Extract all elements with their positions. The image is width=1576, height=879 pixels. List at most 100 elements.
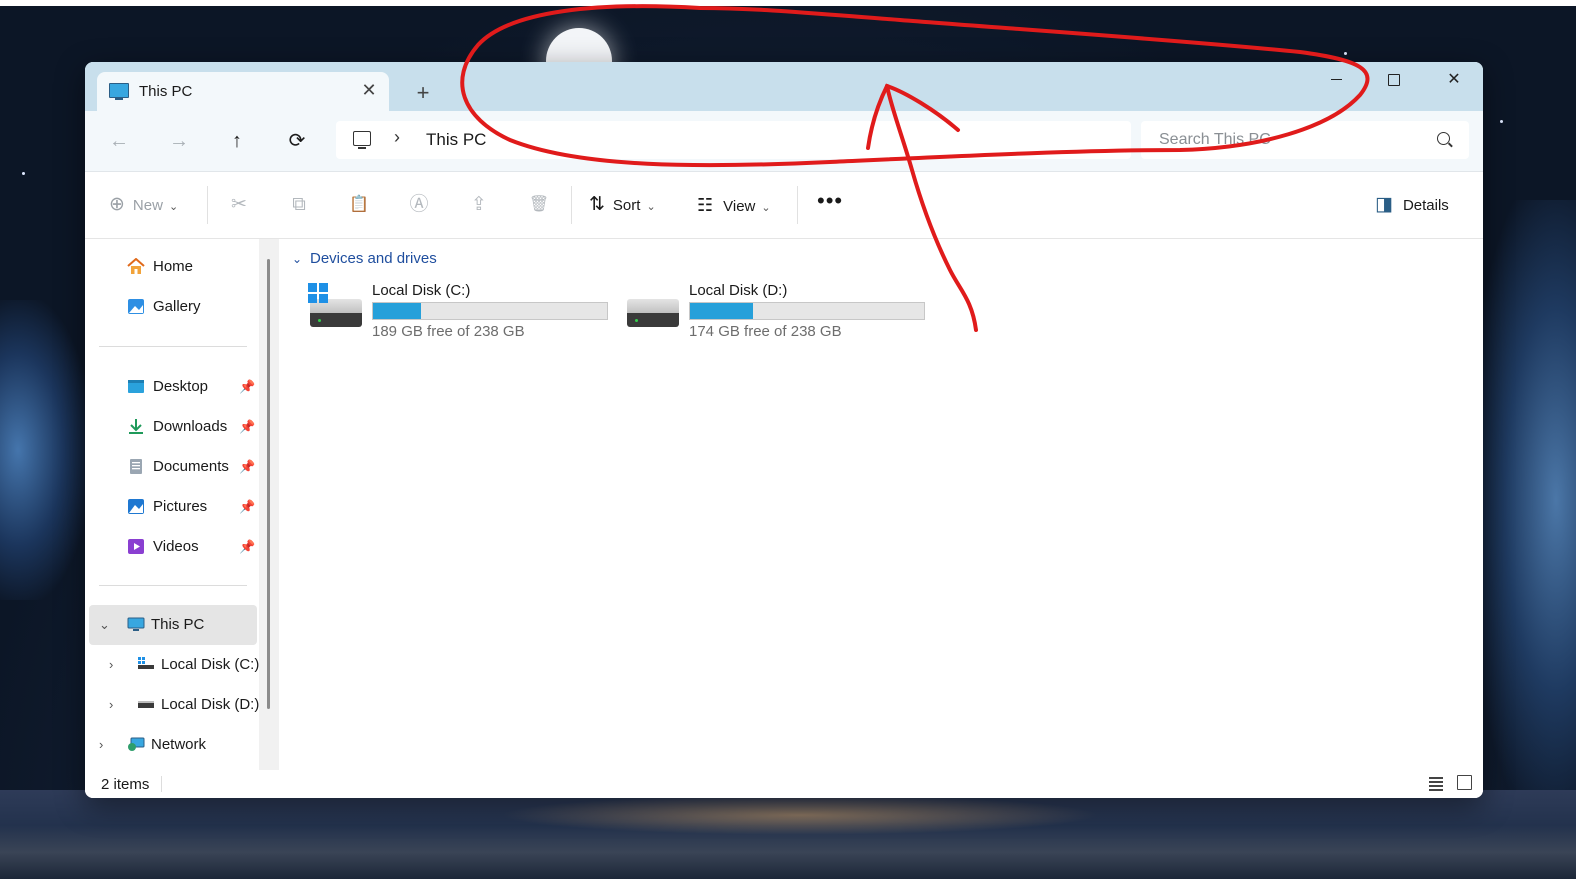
chevron-down-icon: ⌄ [646,201,656,213]
search-box[interactable]: Search This PC [1141,121,1469,159]
details-button[interactable]: ◨ Details [1375,192,1449,218]
sidebar-item-label: Desktop [153,378,209,395]
drive-usage-bar [689,302,925,320]
chevron-right-icon[interactable]: › [394,127,400,148]
sidebar-item-label: Downloads [153,418,228,435]
sidebar-item-this-pc[interactable]: ⌄ This PC [99,605,249,645]
chevron-right-icon[interactable]: › [109,645,113,685]
command-bar: ⊕ New ⌄ ✂ ⧉ 📋 Ⓐ ⇪ 🗑 ⇅ Sort ⌄ ☷ View ⌄ ••• ◨ Det… [85,172,1483,239]
wallpaper-foliage [1476,200,1576,800]
sidebar-item-documents[interactable]: Documents 📌 [127,447,257,487]
scrollbar-thumb[interactable] [267,259,270,709]
file-explorer-window: This PC ✕ + ✕ ← → ↑ ⟳ › This PC Search T… [85,62,1483,798]
toolbar-divider [571,186,572,224]
downloads-folder-icon [129,419,143,434]
details-view-icon[interactable] [1429,776,1443,791]
share-icon[interactable]: ⇪ [466,192,492,218]
drive-led [635,319,638,322]
more-options-icon[interactable]: ••• [817,188,843,214]
this-pc-icon [109,83,129,100]
sidebar-item-label: Pictures [153,498,208,515]
sidebar-item-label: Home [153,258,194,275]
new-button[interactable]: ⊕ New ⌄ [109,192,178,218]
chevron-down-icon[interactable]: ⌄ [292,252,302,266]
sidebar-item-label: This PC [151,616,205,633]
item-count: 2 items [101,776,150,793]
drive-d-icon [138,701,154,708]
delete-icon[interactable]: 🗑 [526,192,552,218]
sidebar-item-label: Documents [153,458,229,475]
maximize-button[interactable] [1365,62,1423,98]
tab-close-button[interactable]: ✕ [357,78,381,102]
computer-icon [353,131,371,149]
this-pc-icon [127,617,145,631]
sidebar-item-local-disk-d[interactable]: › Local Disk (D:) [109,685,259,725]
copy-icon[interactable]: ⧉ [286,192,312,218]
close-button[interactable]: ✕ [1425,62,1483,98]
chevron-down-icon[interactable]: ⌄ [99,605,110,645]
navigation-bar: ← → ↑ ⟳ › This PC Search This PC [85,111,1483,172]
view-icon: ☷ [697,195,714,215]
view-label: View [723,198,756,215]
content-pane: ⌄ Devices and drives Local Disk (C:) 189… [280,239,1483,770]
sidebar-item-desktop[interactable]: Desktop 📌 [127,367,257,407]
large-icons-view-icon[interactable] [1457,775,1472,790]
wallpaper-star [1500,120,1503,123]
rename-icon[interactable]: Ⓐ [406,192,432,218]
details-label: Details [1402,197,1449,214]
new-tab-button[interactable]: + [409,80,437,108]
sidebar-item-network[interactable]: › Network [99,725,249,765]
chevron-down-icon: ⌄ [168,201,179,213]
sidebar-item-local-disk-c[interactable]: › Local Disk (C:) [109,645,259,685]
chevron-down-icon: ⌄ [761,202,771,214]
drive-usage-fill [373,303,422,319]
search-icon [1437,132,1450,145]
pin-icon[interactable]: 📌 [239,527,255,567]
sidebar-item-videos[interactable]: Videos 📌 [127,527,257,567]
title-bar[interactable]: This PC ✕ + ✕ [85,62,1483,111]
tab-title: This PC [139,83,193,100]
hard-drive-icon [627,299,679,327]
pin-icon[interactable]: 📌 [239,447,255,487]
cut-icon[interactable]: ✂ [226,192,252,218]
chevron-right-icon[interactable]: › [99,725,103,765]
sort-label: Sort [612,197,641,214]
drive-name: Local Disk (C:) [372,282,471,299]
forward-button[interactable]: → [163,127,195,155]
sidebar-item-label: Network [151,736,207,753]
sidebar-item-label: Gallery [153,298,201,315]
new-label: New [132,197,163,214]
sidebar-item-pictures[interactable]: Pictures 📌 [127,487,257,527]
navigation-pane: Home Gallery Desktop 📌 Downloads 📌 Docum… [85,239,279,770]
drive-item[interactable]: Local Disk (D:) 174 GB free of 238 GB [617,277,927,347]
wallpaper-foliage [0,300,90,600]
sidebar-item-downloads[interactable]: Downloads 📌 [127,407,257,447]
view-button[interactable]: ☷ View ⌄ [697,192,771,218]
sidebar-divider [99,585,247,586]
maximize-icon [1388,73,1400,86]
chevron-right-icon[interactable]: › [109,685,113,725]
pin-icon[interactable]: 📌 [239,367,255,407]
windows-logo-icon [308,283,328,303]
breadcrumb-this-pc[interactable]: This PC [426,130,486,150]
minimize-button[interactable] [1307,62,1365,98]
refresh-button[interactable]: ⟳ [281,127,313,155]
group-header-devices[interactable]: Devices and drives [310,250,437,267]
search-input[interactable]: Search This PC [1159,131,1271,149]
sidebar-scrollbar[interactable] [259,239,279,770]
paste-icon[interactable]: 📋 [346,192,372,218]
sidebar-item-label: Local Disk (D:) [161,696,260,713]
tab-this-pc[interactable]: This PC ✕ [97,72,389,111]
pin-icon[interactable]: 📌 [239,487,255,527]
pictures-folder-icon [128,499,144,514]
address-bar[interactable]: › This PC [336,121,1131,159]
sort-button[interactable]: ⇅ Sort ⌄ [589,192,656,218]
sidebar-item-label: Videos [153,538,199,555]
videos-folder-icon [128,539,144,554]
drive-c-icon [138,657,154,669]
up-button[interactable]: ↑ [221,127,253,155]
pin-icon[interactable]: 📌 [239,407,255,447]
back-button[interactable]: ← [103,127,135,155]
home-icon [127,258,145,274]
drive-item[interactable]: Local Disk (C:) 189 GB free of 238 GB [300,277,610,347]
